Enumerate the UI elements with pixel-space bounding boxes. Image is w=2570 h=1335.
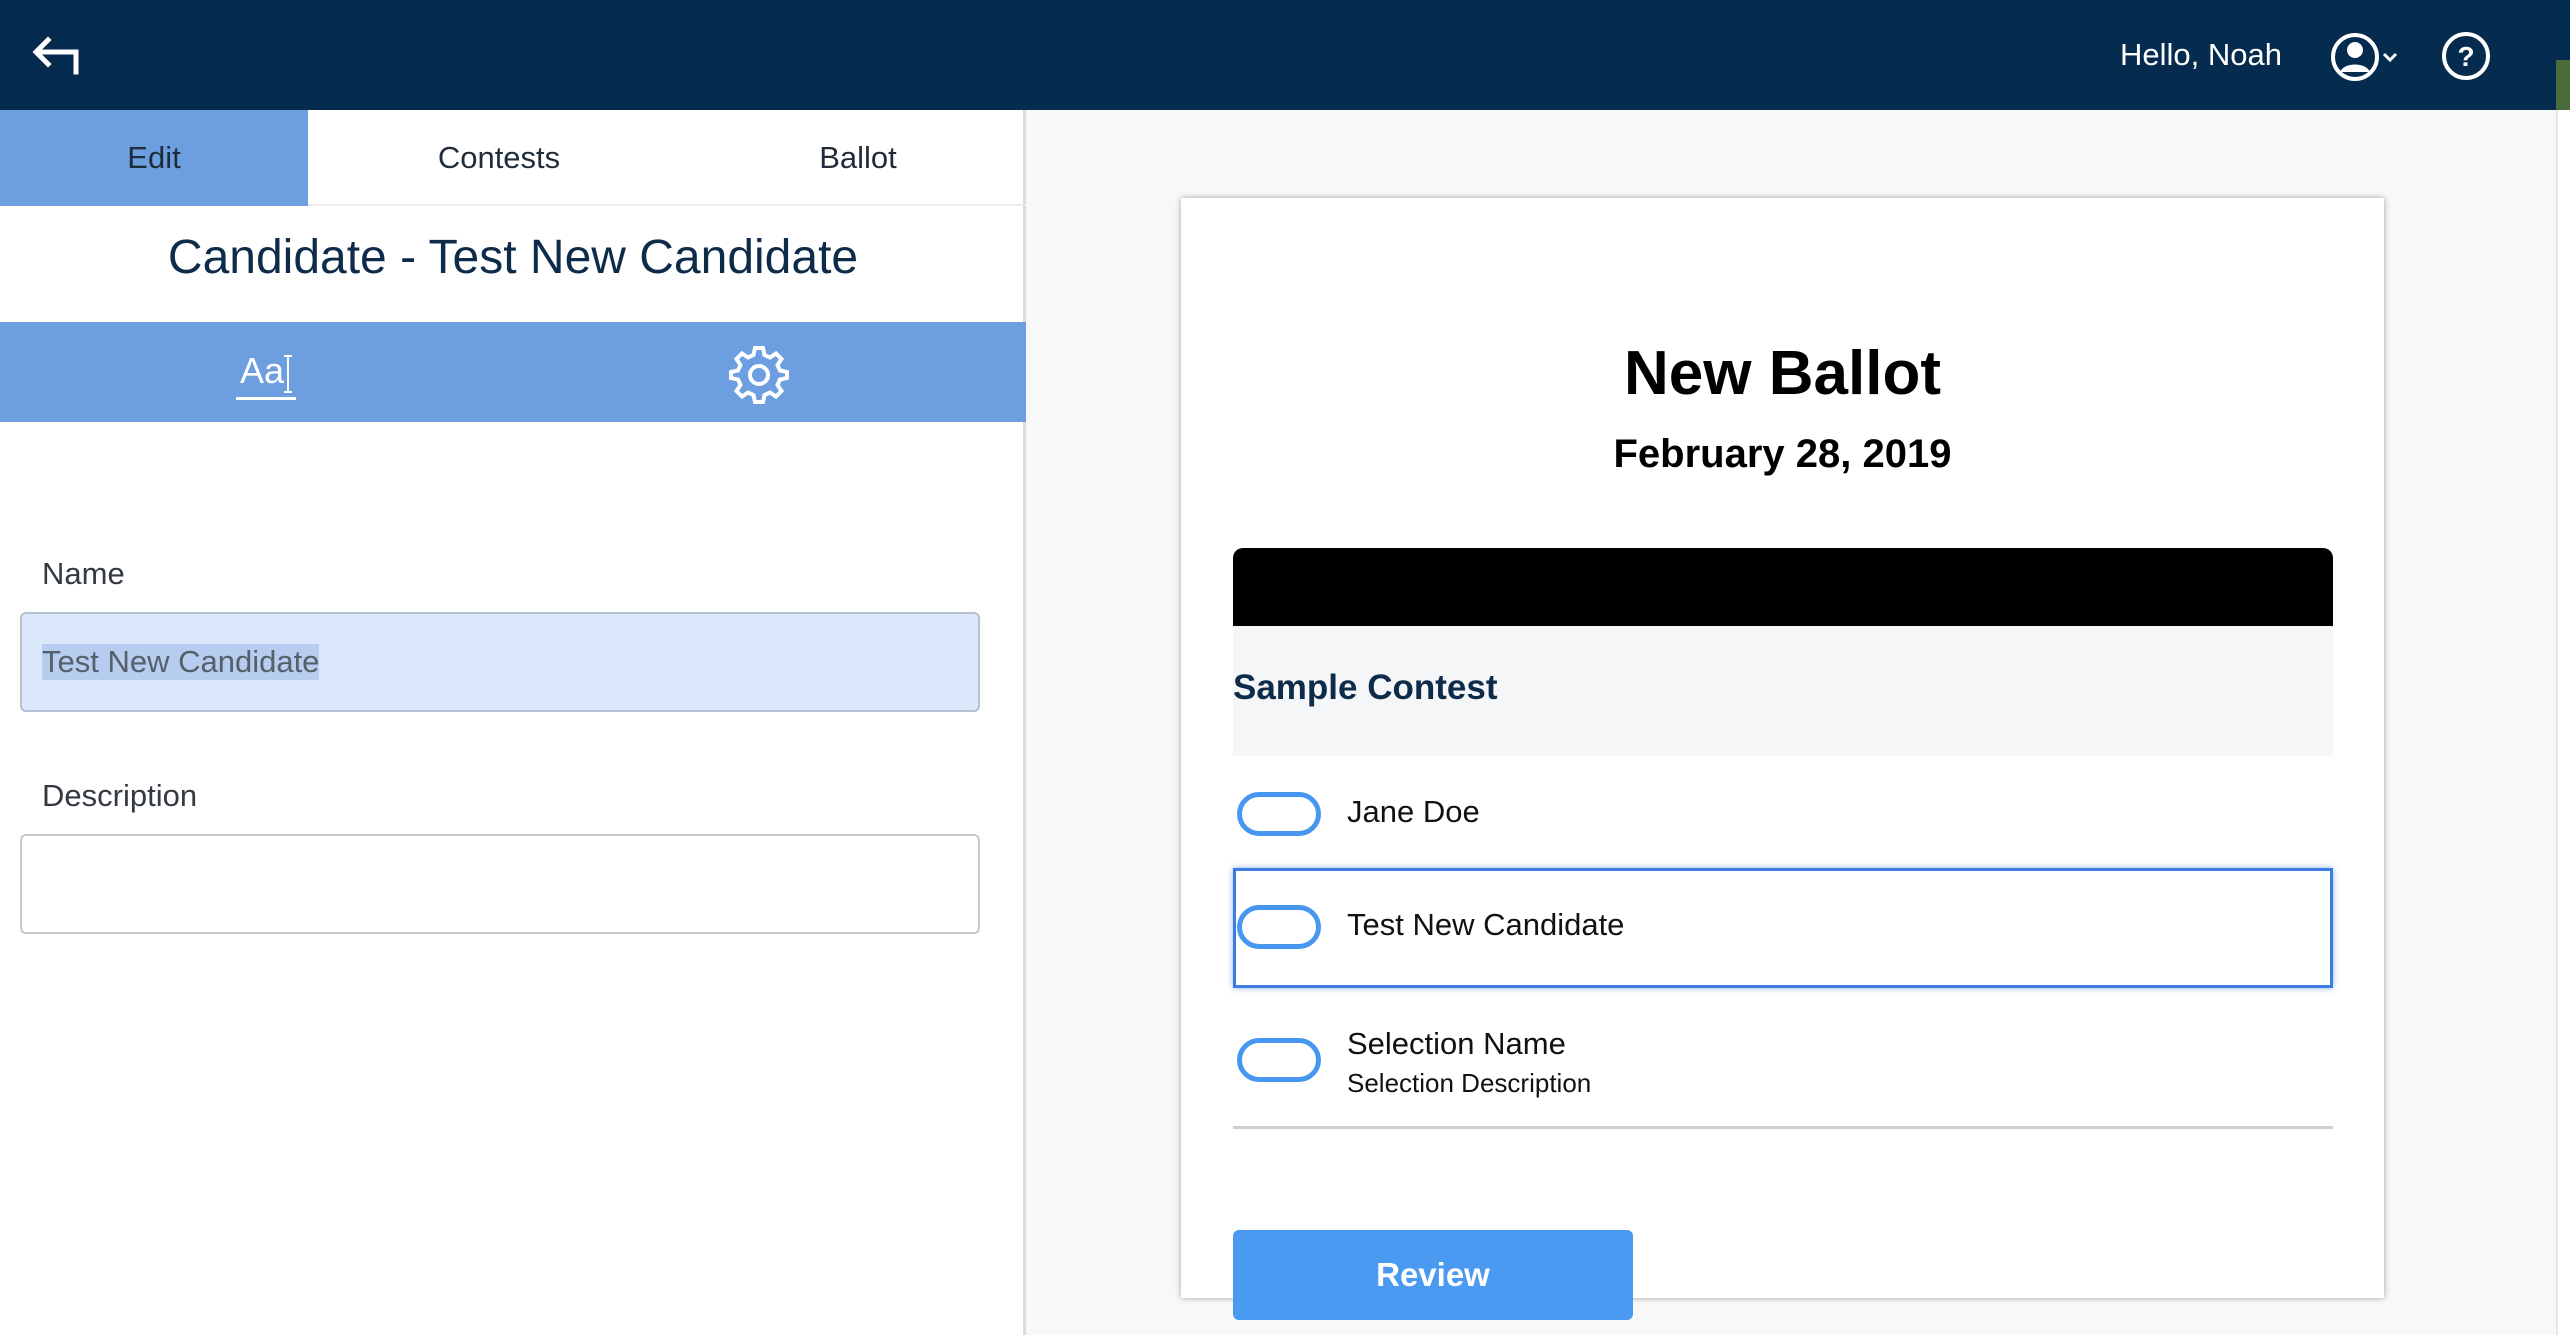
help-circle-icon[interactable]: ?: [2440, 30, 2492, 82]
window-edge: [2556, 60, 2570, 110]
svg-text:?: ?: [2457, 41, 2474, 72]
contest-header-bar: [1233, 548, 2333, 626]
tab-ballot[interactable]: Ballot: [690, 110, 1026, 206]
scrollbar[interactable]: [2556, 110, 2570, 1335]
ballot-option[interactable]: Jane Doe: [1233, 776, 2333, 856]
typography-button[interactable]: Aa: [232, 342, 300, 404]
text-cursor-icon: [284, 355, 292, 393]
name-input-value: Test New Candidate: [42, 644, 320, 680]
typography-underline: [236, 397, 296, 400]
user-circle-icon: [2331, 33, 2379, 81]
review-button[interactable]: Review: [1233, 1230, 1633, 1320]
editor-toolbar: Aa: [0, 322, 1026, 422]
option-name: Selection Name: [1347, 1026, 1566, 1061]
back-arrow-icon[interactable]: [28, 28, 88, 84]
editor-tabs: Edit Contests Ballot: [0, 110, 1026, 206]
ballot-title: New Ballot: [1624, 339, 1941, 408]
chevron-down-icon: [2382, 52, 2398, 63]
tab-contests[interactable]: Contests: [308, 110, 690, 206]
name-label: Name: [42, 556, 125, 591]
typography-icon: Aa: [240, 350, 285, 391]
option-name: Test New Candidate: [1347, 907, 1625, 942]
option-description: Selection Description: [1347, 1068, 1592, 1098]
user-menu-button[interactable]: [2328, 30, 2408, 84]
gear-icon[interactable]: [726, 342, 792, 408]
contest-name: Sample Contest: [1233, 668, 1498, 707]
user-greeting: Hello, Noah: [2120, 37, 2282, 72]
name-input[interactable]: Test New Candidate: [20, 612, 980, 712]
editor-panel: Edit Contests Ballot Candidate - Test Ne…: [0, 110, 1026, 1335]
ballot-preview: New Ballot February 28, 2019 Sample Cont…: [1181, 198, 2384, 1320]
top-bar: Hello, Noah ?: [0, 0, 2570, 110]
page-title: Candidate - Test New Candidate: [167, 231, 859, 284]
description-input[interactable]: [20, 834, 980, 934]
ballot-preview-area: New Ballot February 28, 2019 Sample Cont…: [1029, 110, 2556, 1335]
option-name: Jane Doe: [1347, 794, 1480, 829]
ballot-date: February 28, 2019: [1613, 432, 1952, 476]
contest-header: Sample Contest: [1233, 626, 2333, 756]
tab-edit[interactable]: Edit: [0, 110, 308, 206]
ballot-option-selected[interactable]: Test New Candidate: [1233, 868, 2333, 988]
selection-bubble[interactable]: [1237, 792, 1321, 836]
description-label: Description: [42, 778, 198, 813]
selection-bubble[interactable]: [1237, 905, 1321, 949]
contest-divider: [1233, 1126, 2333, 1129]
ballot-option[interactable]: Selection Name Selection Description: [1233, 1006, 2333, 1116]
selection-bubble[interactable]: [1237, 1038, 1321, 1082]
